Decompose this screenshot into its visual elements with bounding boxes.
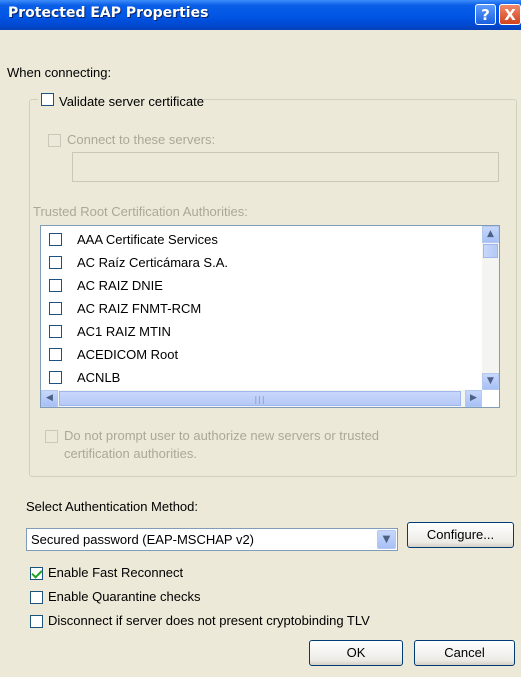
validate-certificate-label: Validate server certificate xyxy=(59,94,204,109)
configure-button[interactable]: Configure... xyxy=(407,522,514,548)
scroll-left-button[interactable]: ◀ xyxy=(41,390,58,407)
connect-servers-label: Connect to these servers: xyxy=(67,132,216,147)
auth-method-value: Secured password (EAP-MSCHAP v2) xyxy=(31,532,255,547)
close-button[interactable]: X xyxy=(499,4,521,25)
vertical-scrollbar[interactable]: ▲ ▼ xyxy=(482,226,499,390)
when-connecting-label: When connecting: xyxy=(7,65,112,80)
title-bar[interactable]: Protected EAP Properties ? X xyxy=(0,0,521,30)
scroll-up-button[interactable]: ▲ xyxy=(482,226,499,243)
cert-label: AAA Certificate Services xyxy=(77,232,218,247)
auth-method-select[interactable]: Secured password (EAP-MSCHAP v2) ▼ xyxy=(26,528,398,551)
cert-checkbox[interactable] xyxy=(49,371,62,384)
cert-checkbox[interactable] xyxy=(49,233,62,246)
horizontal-scrollbar[interactable]: ◀ ||| ▶ xyxy=(41,390,482,407)
validate-certificate-row[interactable]: Validate server certificate xyxy=(38,91,204,109)
ok-button[interactable]: OK xyxy=(309,640,403,666)
cert-label: AC1 RAIZ MTIN xyxy=(77,324,171,339)
scroll-right-button[interactable]: ▶ xyxy=(465,390,482,407)
servers-input[interactable] xyxy=(72,152,499,182)
cert-checkbox[interactable] xyxy=(49,325,62,338)
scroll-down-button[interactable]: ▼ xyxy=(482,373,499,390)
cert-checkbox[interactable] xyxy=(49,279,62,292)
certificate-list[interactable]: AAA Certificate Services AC Raíz Certicá… xyxy=(40,225,500,408)
chevron-down-icon[interactable]: ▼ xyxy=(377,530,396,549)
cert-checkbox[interactable] xyxy=(49,302,62,315)
quarantine-label: Enable Quarantine checks xyxy=(48,589,201,604)
do-not-prompt-label-line1: Do not prompt user to authorize new serv… xyxy=(64,428,380,443)
cert-checkbox[interactable] xyxy=(49,256,62,269)
cert-checkbox[interactable] xyxy=(49,348,62,361)
horizontal-scroll-thumb[interactable]: ||| xyxy=(59,391,461,406)
eap-properties-dialog: Protected EAP Properties ? X When connec… xyxy=(0,0,521,677)
validate-certificate-checkbox[interactable] xyxy=(41,93,54,106)
fast-reconnect-checkbox[interactable] xyxy=(30,567,43,580)
fast-reconnect-label: Enable Fast Reconnect xyxy=(48,565,184,580)
vertical-scroll-thumb[interactable] xyxy=(483,244,498,258)
cryptobinding-checkbox[interactable] xyxy=(30,615,43,628)
cancel-button[interactable]: Cancel xyxy=(414,640,515,666)
quarantine-checkbox[interactable] xyxy=(30,591,43,604)
do-not-prompt-checkbox[interactable] xyxy=(45,430,58,443)
cert-label: AC RAIZ FNMT-RCM xyxy=(77,301,202,316)
cert-label: ACEDICOM Root xyxy=(77,347,179,362)
do-not-prompt-label-line2: certification authorities. xyxy=(64,446,197,461)
cert-label: AC RAIZ DNIE xyxy=(77,278,163,293)
window-title: Protected EAP Properties xyxy=(8,5,209,21)
cert-label: AC Raíz Certicámara S.A. xyxy=(77,255,228,270)
connect-servers-checkbox[interactable] xyxy=(48,134,61,147)
auth-method-label: Select Authentication Method: xyxy=(26,499,199,514)
trusted-root-label: Trusted Root Certification Authorities: xyxy=(33,204,248,219)
cryptobinding-label: Disconnect if server does not present cr… xyxy=(48,613,370,628)
help-button[interactable]: ? xyxy=(475,4,496,25)
cert-label: ACNLB xyxy=(77,370,121,385)
grip-icon: ||| xyxy=(254,395,266,404)
